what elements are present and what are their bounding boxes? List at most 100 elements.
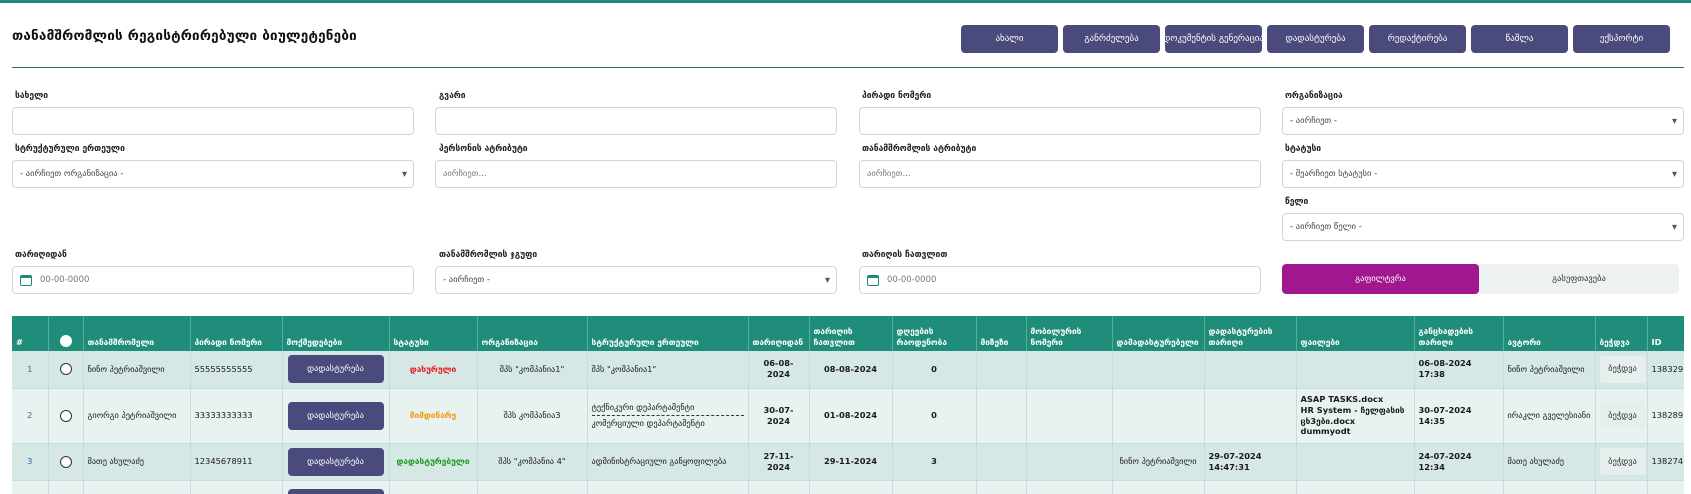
- employee-group-select[interactable]: - აირჩიეთ -: [435, 266, 837, 294]
- cell-select[interactable]: [48, 351, 84, 389]
- confirm-button[interactable]: დადასტურება: [1267, 25, 1364, 53]
- table-row[interactable]: 3 მათე ახულაძე 12345678911 დადასტურება დადას…: [12, 443, 1684, 481]
- clear-button[interactable]: გასუფთავება: [1479, 264, 1679, 294]
- cell-date-to: 29-11-2024: [809, 443, 893, 481]
- organization-label: ორგანიზაცია: [1285, 91, 1343, 101]
- surname-input[interactable]: [435, 107, 837, 135]
- table-row[interactable]: [12, 480, 1684, 494]
- cell-select[interactable]: [48, 480, 84, 494]
- col-header-date-from[interactable]: თარიღიდან: [748, 316, 810, 351]
- status-select-value: - შეარჩიეთ სტატუსი -: [1290, 169, 1378, 179]
- cell-author: ირაკლი გველესიანი: [1503, 388, 1596, 444]
- cell-placement-date: [1414, 480, 1504, 494]
- cell-author: მათე ახულაძე: [1503, 443, 1596, 481]
- structural-unit-select[interactable]: - აირჩიეთ ორგანიზაცია -: [12, 160, 414, 188]
- cell-reason: [976, 351, 1027, 389]
- table-header-row: # თანამშრომელი პირადი ნომერი მოქმედებები…: [12, 316, 1684, 351]
- structural-unit-select-value: - აირჩიეთ ორგანიზაცია -: [20, 169, 124, 179]
- structural-unit-item: კომერციული დეპარტამენტი: [591, 418, 705, 428]
- generate-document-button[interactable]: დოკუმენტის გენერაცია: [1165, 25, 1262, 53]
- row-confirm-button[interactable]: დადასტურება: [287, 401, 384, 430]
- calendar-icon: [20, 274, 32, 286]
- employee-attribute-input[interactable]: აირჩიეთ...: [859, 160, 1261, 188]
- organization-select[interactable]: - აირჩიეთ -: [1282, 107, 1684, 135]
- col-header-days-count[interactable]: დღეების რაოდენობა: [892, 316, 977, 351]
- export-button[interactable]: ექსპორტი: [1573, 25, 1670, 53]
- cell-author: ნინო პეტრიაშვილი: [1503, 351, 1596, 389]
- col-header-index: #: [12, 316, 49, 351]
- row-select-radio-icon[interactable]: [59, 455, 72, 468]
- cell-print: ბეჭდვა: [1595, 388, 1648, 444]
- year-select[interactable]: - აირჩიეთ წელი -: [1282, 213, 1684, 241]
- cell-date-from: 30-07-2024: [748, 388, 810, 444]
- filter-button[interactable]: გაფილტვრა: [1282, 264, 1479, 294]
- surname-label: გვარი: [439, 91, 466, 101]
- date-from-placeholder: 00-00-0000: [40, 275, 90, 285]
- col-header-structural-unit[interactable]: სტრუქტურული ერთეული: [587, 316, 749, 351]
- cell-days-count: 0: [892, 351, 977, 389]
- status-select[interactable]: - შეარჩიეთ სტატუსი -: [1282, 160, 1684, 188]
- year-select-value: - აირჩიეთ წელი -: [1290, 222, 1362, 232]
- col-header-confirm-date[interactable]: დადასტურების თარიღი: [1204, 316, 1297, 351]
- col-header-employee[interactable]: თანამშრომელი: [83, 316, 191, 351]
- person-attribute-input[interactable]: აირჩიეთ...: [435, 160, 837, 188]
- name-input[interactable]: [12, 107, 414, 135]
- cell-organization: [477, 480, 588, 494]
- cell-date-from: [748, 480, 810, 494]
- cell-actions: დადასტურება: [282, 388, 390, 444]
- date-from-input[interactable]: 00-00-0000: [12, 266, 414, 294]
- row-print-button[interactable]: ბეჭდვა: [1599, 448, 1646, 475]
- edit-button[interactable]: რედაქტირება: [1369, 25, 1466, 53]
- row-confirm-button[interactable]: დადასტურება: [287, 355, 384, 384]
- col-header-placement-date[interactable]: განცხადების თარიღი: [1414, 316, 1504, 351]
- col-header-select[interactable]: [48, 316, 84, 351]
- date-to-input[interactable]: 00-00-0000: [859, 266, 1261, 294]
- cell-author: [1503, 480, 1596, 494]
- row-print-button[interactable]: ბეჭდვა: [1599, 402, 1646, 429]
- employee-group-label: თანამშრომლის ჯგუფი: [439, 250, 538, 260]
- person-attribute-label: პერსონის ატრიბუტი: [439, 144, 528, 154]
- col-header-date-to[interactable]: თარიღის ჩათვლით: [809, 316, 893, 351]
- cell-select[interactable]: [48, 388, 84, 444]
- cell-files: [1296, 351, 1415, 389]
- col-header-reason[interactable]: მიზეზი: [976, 316, 1027, 351]
- person-attribute-placeholder: აირჩიეთ...: [443, 169, 487, 179]
- select-all-radio-icon[interactable]: [59, 335, 72, 347]
- personal-number-input[interactable]: [859, 107, 1261, 135]
- cell-days-count: [892, 480, 977, 494]
- row-select-radio-icon[interactable]: [59, 409, 72, 422]
- col-header-confirmer[interactable]: დამადასტურებელი: [1112, 316, 1205, 351]
- cell-confirmer: ნინო პეტრიაშვილი: [1112, 443, 1205, 481]
- row-select-radio-icon[interactable]: [59, 363, 72, 376]
- cell-status: მიმდინარე: [389, 388, 478, 444]
- col-header-bulletin-number[interactable]: მობილურის ნომერი: [1026, 316, 1113, 351]
- cell-id: 138329: [1647, 351, 1684, 389]
- col-header-id[interactable]: ID: [1647, 316, 1684, 351]
- file-link[interactable]: dummyodt: [1301, 426, 1410, 437]
- row-print-button[interactable]: ბეჭდვა: [1599, 355, 1646, 383]
- new-button[interactable]: ახალი: [961, 25, 1058, 53]
- cell-index: 3: [12, 443, 49, 481]
- table-row[interactable]: 2 გიორგი პეტრიაშვილი 33333333333 დადასტურებ…: [12, 388, 1684, 444]
- col-header-personal-number[interactable]: პირადი ნომერი: [190, 316, 283, 351]
- col-header-files: ფაილები: [1296, 316, 1415, 351]
- col-header-status[interactable]: სტატუსი: [389, 316, 478, 351]
- file-link[interactable]: ASAP TASKS.docx: [1301, 394, 1410, 405]
- cell-bulletin-number: [1026, 443, 1113, 481]
- cell-placement-date: 06-08-2024 17:38: [1414, 351, 1504, 389]
- col-header-organization[interactable]: ორგანიზაცია: [477, 316, 588, 351]
- cell-bulletin-number: [1026, 480, 1113, 494]
- cell-confirmer: [1112, 388, 1205, 444]
- row-confirm-button[interactable]: დადასტურება: [287, 447, 384, 476]
- cell-print: ბეჭდვა: [1595, 351, 1648, 389]
- row-confirm-button[interactable]: [287, 488, 384, 494]
- cell-personal-number: 33333333333: [190, 388, 283, 444]
- cell-select[interactable]: [48, 443, 84, 481]
- cell-status: დახურული: [389, 351, 478, 389]
- date-to-label: თარიღის ჩათვლით: [862, 250, 948, 260]
- col-header-author[interactable]: ავტორი: [1503, 316, 1596, 351]
- table-row[interactable]: 1 ნინო პეტრიაშვილი 55555555555 დადასტურება დ…: [12, 351, 1684, 389]
- delete-button[interactable]: წაშლა: [1471, 25, 1568, 53]
- extend-button[interactable]: განრძელება: [1063, 25, 1160, 53]
- file-link[interactable]: HR System - ჩელფასის ცხ3ები.docx: [1301, 405, 1410, 427]
